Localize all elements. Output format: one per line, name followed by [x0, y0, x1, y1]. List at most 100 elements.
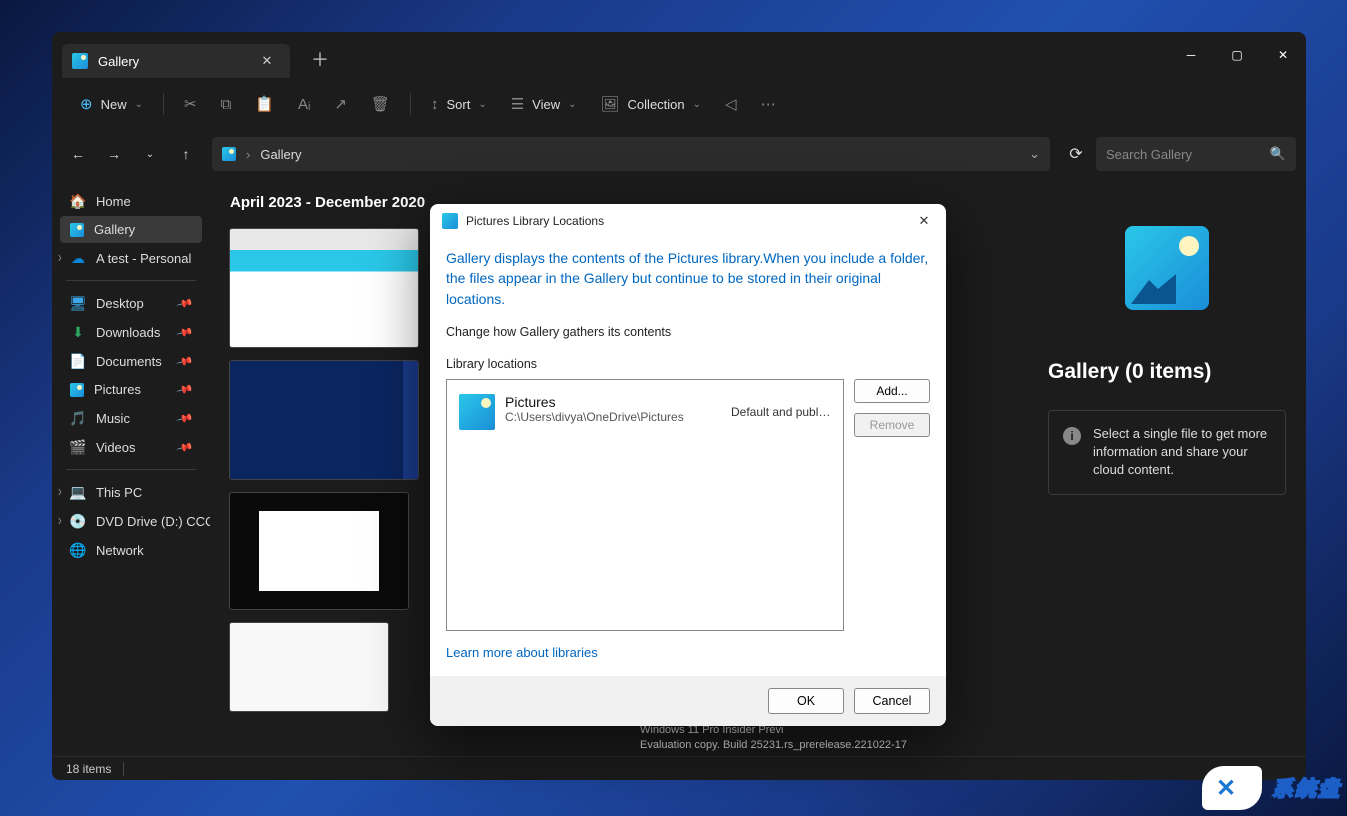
- forward-button[interactable]: →: [98, 138, 130, 170]
- status-bar: 18 items: [52, 756, 1306, 780]
- cast-button[interactable]: ◁: [715, 89, 747, 119]
- delete-button[interactable]: 🗑: [361, 89, 400, 119]
- up-button[interactable]: ↑: [170, 138, 202, 170]
- maximize-button[interactable]: ▢: [1214, 32, 1260, 78]
- dialog-subtitle: Change how Gallery gathers its contents: [446, 325, 930, 339]
- sidebar: 🏠 Home Gallery ☁ A test - Personal 🖥 Des…: [52, 178, 210, 756]
- cut-icon: ✂: [184, 95, 197, 113]
- view-icon: ☰: [511, 95, 524, 113]
- divider: [410, 93, 411, 115]
- close-window-button[interactable]: ✕: [1260, 32, 1306, 78]
- gallery-large-icon: [1125, 226, 1209, 310]
- search-icon: 🔍: [1270, 146, 1286, 162]
- sidebar-item-dvd[interactable]: 💿 DVD Drive (D:) CCC: [60, 507, 202, 535]
- chevron-down-icon: ⌄: [478, 99, 486, 110]
- pin-icon: 📌: [176, 438, 194, 456]
- add-button[interactable]: Add...: [854, 379, 930, 403]
- sidebar-label: Gallery: [94, 222, 135, 237]
- recent-button[interactable]: ⌄: [134, 138, 166, 170]
- thumbnail[interactable]: [230, 361, 418, 479]
- remove-button[interactable]: Remove: [854, 413, 930, 437]
- sidebar-label: Network: [96, 543, 144, 558]
- network-icon: 🌐: [70, 542, 86, 558]
- cut-button[interactable]: ✂: [174, 89, 207, 119]
- sidebar-label: This PC: [96, 485, 142, 500]
- ok-button[interactable]: OK: [768, 688, 844, 714]
- rename-button[interactable]: Aᵢ: [288, 90, 320, 119]
- gallery-icon: [72, 53, 88, 69]
- address-bar[interactable]: › Gallery ⌄: [212, 137, 1050, 171]
- plus-circle-icon: ⊕: [80, 95, 93, 113]
- breadcrumb-root: Gallery: [260, 147, 301, 162]
- learn-more-link[interactable]: Learn more about libraries: [446, 645, 598, 660]
- paste-button[interactable]: 📋: [245, 89, 284, 119]
- sidebar-item-pictures[interactable]: Pictures 📌: [60, 376, 202, 403]
- titlebar: Gallery ✕ ＋ ─ ▢ ✕: [52, 32, 1306, 78]
- gallery-icon: [222, 147, 236, 161]
- library-path: C:\Users\divya\OneDrive\Pictures: [505, 410, 721, 424]
- library-item[interactable]: Pictures C:\Users\divya\OneDrive\Picture…: [455, 388, 835, 436]
- downloads-icon: ⬇: [70, 324, 86, 340]
- documents-icon: 📄: [70, 353, 86, 369]
- divider: [163, 93, 164, 115]
- thumbnail[interactable]: [230, 493, 408, 609]
- back-button[interactable]: ←: [62, 138, 94, 170]
- chevron-down-icon: ⌄: [568, 99, 576, 110]
- pin-icon: 📌: [176, 380, 194, 398]
- library-note: Default and public s...: [731, 405, 831, 419]
- sidebar-label: Videos: [96, 440, 136, 455]
- sidebar-item-music[interactable]: 🎵 Music 📌: [60, 404, 202, 432]
- cancel-button[interactable]: Cancel: [854, 688, 930, 714]
- refresh-button[interactable]: ⟳: [1060, 138, 1092, 170]
- sidebar-label: Desktop: [96, 296, 144, 311]
- more-button[interactable]: ⋯: [751, 89, 786, 119]
- sort-icon: ↕: [431, 96, 439, 113]
- sort-label: Sort: [446, 97, 470, 112]
- breadcrumb-sep: ›: [246, 147, 250, 162]
- pc-icon: 💻: [70, 484, 86, 500]
- sort-button[interactable]: ↕ Sort ⌄: [421, 90, 497, 119]
- dialog-close-button[interactable]: ✕: [910, 210, 938, 232]
- library-name: Pictures: [505, 394, 721, 410]
- sidebar-label: Pictures: [94, 382, 141, 397]
- paste-icon: 📋: [255, 95, 274, 113]
- sidebar-item-onedrive[interactable]: ☁ A test - Personal: [60, 244, 202, 272]
- thumbnail[interactable]: [230, 229, 418, 347]
- gallery-icon: [70, 223, 84, 237]
- dialog-footer: OK Cancel: [430, 676, 946, 726]
- thumbnail[interactable]: [230, 623, 388, 711]
- new-button[interactable]: ⊕ New ⌄: [70, 89, 153, 119]
- divider: [123, 762, 124, 776]
- pin-icon: 📌: [176, 352, 194, 370]
- watermark-logo: [1202, 766, 1262, 810]
- library-list[interactable]: Pictures C:\Users\divya\OneDrive\Picture…: [446, 379, 844, 631]
- dvd-icon: 💿: [70, 513, 86, 529]
- sidebar-item-downloads[interactable]: ⬇ Downloads 📌: [60, 318, 202, 346]
- status-items: 18 items: [66, 762, 111, 776]
- sidebar-item-gallery[interactable]: Gallery: [60, 216, 202, 243]
- chevron-down-icon: ⌄: [135, 99, 143, 110]
- minimize-button[interactable]: ─: [1168, 32, 1214, 78]
- tab-gallery[interactable]: Gallery ✕: [62, 44, 290, 78]
- search-placeholder: Search Gallery: [1106, 147, 1192, 162]
- collection-button[interactable]: 🖼 Collection ⌄: [591, 89, 712, 119]
- sidebar-item-home[interactable]: 🏠 Home: [60, 187, 202, 215]
- close-tab-icon[interactable]: ✕: [258, 53, 276, 69]
- new-tab-button[interactable]: ＋: [308, 46, 332, 72]
- pin-icon: 📌: [176, 323, 194, 341]
- view-button[interactable]: ☰ View ⌄: [501, 89, 587, 119]
- sidebar-item-videos[interactable]: 🎬 Videos 📌: [60, 433, 202, 461]
- more-icon: ⋯: [761, 95, 776, 113]
- chevron-down-icon[interactable]: ⌄: [1029, 146, 1040, 162]
- sidebar-item-desktop[interactable]: 🖥 Desktop 📌: [60, 289, 202, 317]
- sidebar-item-network[interactable]: 🌐 Network: [60, 536, 202, 564]
- share-button[interactable]: ↗: [324, 89, 357, 119]
- search-input[interactable]: Search Gallery 🔍: [1096, 137, 1296, 171]
- sidebar-item-thispc[interactable]: 💻 This PC: [60, 478, 202, 506]
- site-watermark: 系统盘: [1202, 766, 1341, 810]
- view-label: View: [532, 97, 560, 112]
- tab-title: Gallery: [98, 54, 248, 69]
- trash-icon: 🗑: [371, 95, 390, 113]
- copy-button[interactable]: ⧉: [211, 90, 242, 119]
- sidebar-item-documents[interactable]: 📄 Documents 📌: [60, 347, 202, 375]
